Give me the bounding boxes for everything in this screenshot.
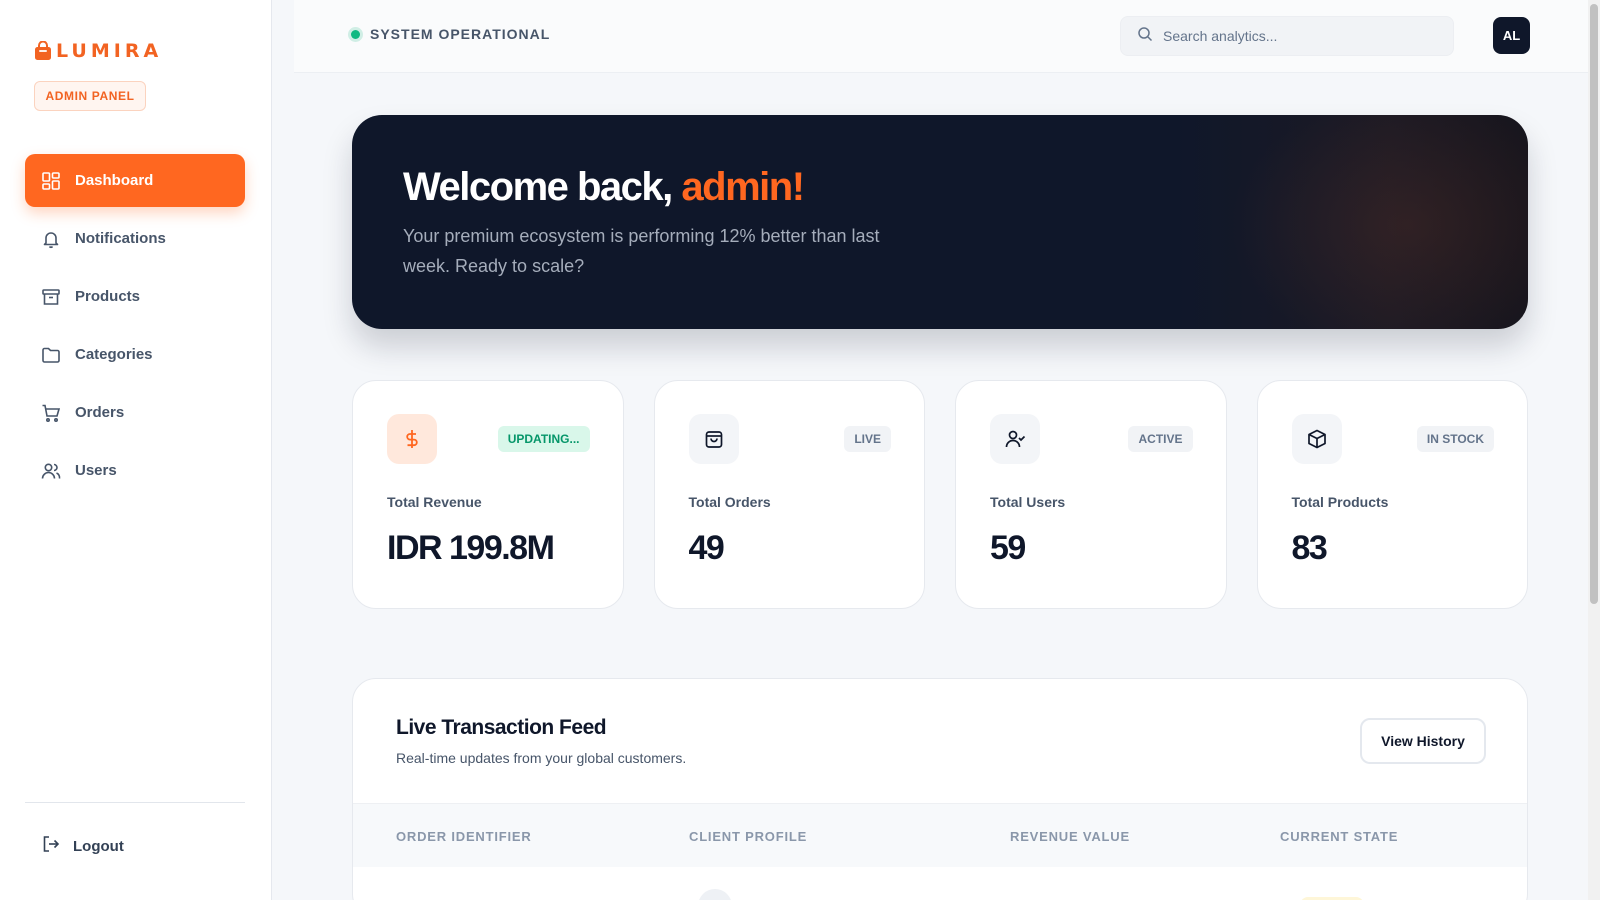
- stat-card-users[interactable]: ACTIVE Total Users 59: [955, 380, 1227, 609]
- feed-subtitle: Real-time updates from your global custo…: [396, 750, 687, 766]
- logout-label: Logout: [73, 837, 124, 855]
- stat-card-revenue[interactable]: UPDATING... Total Revenue IDR 199.8M: [352, 380, 624, 609]
- system-status: SYSTEM OPERATIONAL: [351, 26, 550, 42]
- welcome-subtitle: Your premium ecosystem is performing 12%…: [403, 226, 880, 276]
- sidebar-item-dashboard[interactable]: Dashboard: [25, 154, 245, 207]
- brand-logo[interactable]: LUMIRA: [34, 40, 162, 62]
- scrollbar-thumb[interactable]: [1590, 4, 1598, 604]
- welcome-username: admin!: [681, 165, 805, 209]
- users-icon: [41, 461, 61, 481]
- stats-cards: UPDATING... Total Revenue IDR 199.8M LIV…: [352, 380, 1528, 609]
- status-badge: UPDATING...: [497, 426, 590, 452]
- stat-label: Total Products: [1291, 494, 1389, 510]
- user-avatar[interactable]: AL: [1493, 17, 1530, 54]
- sidebar-item-orders[interactable]: Orders: [25, 386, 245, 439]
- dashboard-icon: [41, 171, 61, 191]
- sidebar-divider: [25, 802, 245, 803]
- welcome-banner: Welcome back, admin! Your premium ecosys…: [352, 115, 1528, 329]
- feed-title: Live Transaction Feed: [396, 716, 607, 739]
- page-scrollbar[interactable]: [1588, 0, 1600, 900]
- sidebar-nav: Dashboard Notifications Products Categor…: [25, 154, 245, 502]
- transaction-feed: Live Transaction Feed Real-time updates …: [352, 678, 1528, 900]
- sidebar-item-label: Users: [75, 462, 117, 479]
- sidebar-item-label: Dashboard: [75, 172, 154, 189]
- archive-icon: [41, 287, 61, 307]
- sidebar-item-notifications[interactable]: Notifications: [25, 212, 245, 265]
- shopping-bag-logo-icon: [34, 40, 52, 61]
- folder-icon: [41, 345, 61, 365]
- sidebar-item-label: Products: [75, 288, 141, 305]
- logout-button[interactable]: Logout: [25, 826, 245, 866]
- search-input[interactable]: [1163, 28, 1433, 44]
- status-text: SYSTEM OPERATIONAL: [370, 26, 551, 42]
- logout-icon: [41, 834, 61, 858]
- user-check-icon: [990, 414, 1040, 464]
- avatar: [698, 889, 732, 900]
- stat-label: Total Users: [990, 494, 1066, 510]
- welcome-title: Welcome back, admin!: [403, 165, 805, 210]
- dollar-icon: [387, 414, 437, 464]
- stat-value: 49: [688, 529, 725, 567]
- sidebar-item-products[interactable]: Products: [25, 270, 245, 323]
- sidebar-item-label: Orders: [75, 404, 125, 421]
- status-badge: ACTIVE: [1128, 426, 1193, 452]
- sidebar-item-users[interactable]: Users: [25, 444, 245, 497]
- view-history-button[interactable]: View History: [1360, 718, 1486, 764]
- stat-label: Total Orders: [688, 494, 771, 510]
- stat-card-orders[interactable]: LIVE Total Orders 49: [653, 380, 925, 609]
- stat-value: 83: [1291, 529, 1328, 567]
- column-header-state[interactable]: CURRENT STATE: [1280, 829, 1398, 844]
- banner-glow: [1228, 115, 1528, 329]
- status-dot-icon: [351, 29, 360, 39]
- sidebar-item-label: Notifications: [75, 230, 166, 247]
- bell-icon: [41, 229, 61, 249]
- top-bar: SYSTEM OPERATIONAL AL: [294, 0, 1588, 73]
- stat-card-products[interactable]: IN STOCK Total Products 83: [1256, 380, 1528, 609]
- stat-value: IDR 199.8M: [387, 529, 555, 567]
- welcome-prefix: Welcome back,: [403, 165, 673, 209]
- column-header-client[interactable]: CLIENT PROFILE: [689, 829, 807, 844]
- table-header: ORDER IDENTIFIER CLIENT PROFILE REVENUE …: [353, 803, 1527, 867]
- sidebar-item-categories[interactable]: Categories: [25, 328, 245, 381]
- box-icon: [1291, 414, 1342, 464]
- search-icon: [1137, 26, 1153, 47]
- column-header-order[interactable]: ORDER IDENTIFIER: [396, 829, 532, 844]
- status-badge: IN STOCK: [1416, 426, 1494, 452]
- stat-value: 59: [990, 529, 1026, 567]
- column-header-revenue[interactable]: REVENUE VALUE: [1010, 829, 1130, 844]
- admin-panel-badge: ADMIN PANEL: [34, 81, 146, 111]
- search-bar[interactable]: [1120, 16, 1454, 56]
- shopping-bag-icon: [688, 414, 739, 464]
- brand-name: LUMIRA: [56, 40, 163, 62]
- status-badge: LIVE: [844, 426, 891, 452]
- sidebar: LUMIRA ADMIN PANEL Dashboard Notificatio…: [0, 0, 272, 900]
- sidebar-item-label: Categories: [75, 346, 153, 363]
- cart-icon: [41, 403, 61, 423]
- stat-label: Total Revenue: [387, 494, 482, 510]
